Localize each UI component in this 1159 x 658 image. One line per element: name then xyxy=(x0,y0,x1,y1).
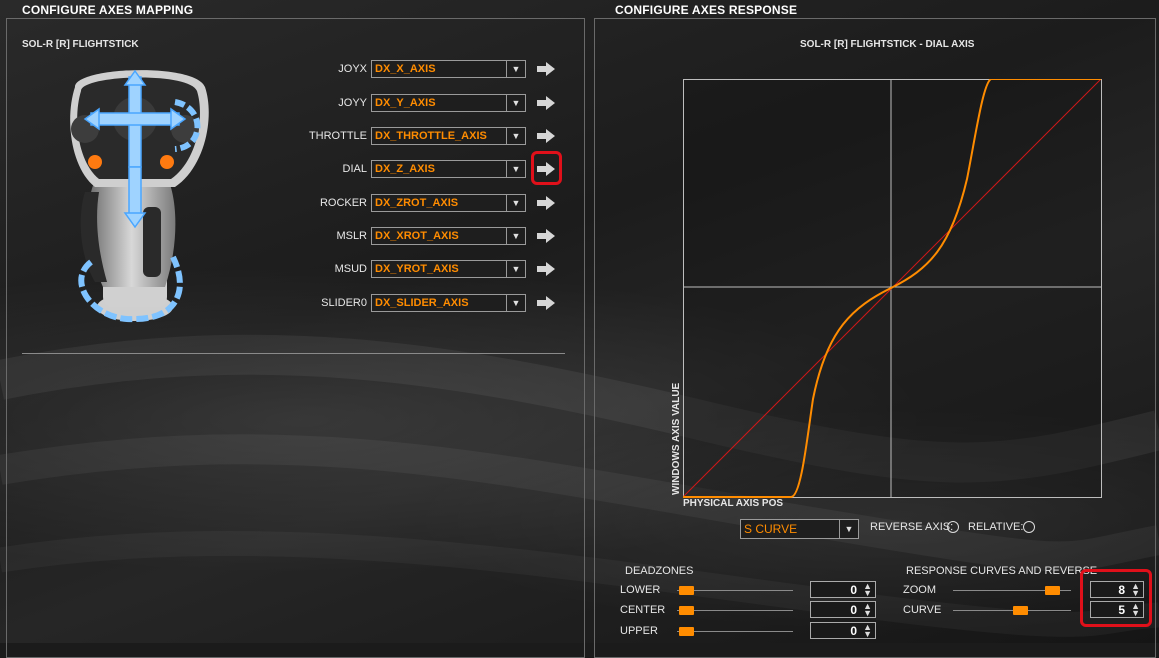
chevron-down-icon: ▼ xyxy=(506,295,525,311)
axis-select-value: DX_Y_AXIS xyxy=(375,97,436,109)
map-label: JOYY xyxy=(338,97,367,109)
chevron-down-icon: ▼ xyxy=(506,61,525,77)
divider xyxy=(22,353,565,354)
axis-select-value: DX_Z_AXIS xyxy=(375,163,435,175)
map-label: THROTTLE xyxy=(308,130,367,142)
axes-response-title: CONFIGURE AXES RESPONSE xyxy=(615,3,798,17)
relative-radio[interactable] xyxy=(1023,521,1035,533)
device-name: SOL-R [R] FLIGHTSTICK xyxy=(22,39,139,50)
map-row-throttle: THROTTLE DX_THROTTLE_AXIS ▼ xyxy=(277,127,577,145)
graph-title: SOL-R [R] FLIGHTSTICK - DIAL AXIS xyxy=(800,39,975,50)
map-row-joyx: JOYX DX_X_AXIS ▼ xyxy=(277,60,577,78)
axis-select-value: DX_YROT_AXIS xyxy=(375,263,459,275)
curve-label: CURVE xyxy=(903,604,942,616)
arrow-right-icon[interactable] xyxy=(535,60,557,78)
map-label: ROCKER xyxy=(319,197,367,209)
response-curves-title: RESPONSE CURVES AND REVERSE xyxy=(906,565,1098,577)
arrow-right-icon[interactable] xyxy=(535,227,557,245)
deadzone-center-thumb[interactable] xyxy=(679,606,694,615)
chevron-down-icon: ▼ xyxy=(506,95,525,111)
reverse-axis-label: REVERSE AXIS: xyxy=(870,521,954,533)
reverse-axis-radio[interactable] xyxy=(947,521,959,533)
zoom-label: ZOOM xyxy=(903,584,936,596)
axis-select-value: DX_ZROT_AXIS xyxy=(375,197,459,209)
axis-select-value: DX_XROT_AXIS xyxy=(375,230,459,242)
axes-mapping-title: CONFIGURE AXES MAPPING xyxy=(22,3,194,17)
map-row-joyy: JOYY DX_Y_AXIS ▼ xyxy=(277,94,577,112)
axis-select-value: DX_THROTTLE_AXIS xyxy=(375,130,487,142)
spinner-arrows-icon[interactable]: ▲ ▼ xyxy=(863,582,872,598)
curve-track[interactable] xyxy=(953,610,1071,611)
highlight-box xyxy=(1080,569,1152,627)
chevron-down-icon: ▼ xyxy=(839,520,858,538)
axis-select-throttle[interactable]: DX_THROTTLE_AXIS ▼ xyxy=(371,127,526,145)
deadzone-upper-thumb[interactable] xyxy=(679,627,694,636)
arrow-right-icon[interactable] xyxy=(535,194,557,212)
axes-response-panel: SOL-R [R] FLIGHTSTICK - DIAL AXIS WINDOW… xyxy=(594,18,1156,658)
curve-type-value: S CURVE xyxy=(744,522,798,536)
spinner-arrows-icon[interactable]: ▲ ▼ xyxy=(863,602,872,618)
map-label: SLIDER0 xyxy=(321,297,367,309)
deadzone-lower-value: 0 xyxy=(850,583,857,597)
axis-select-slider0[interactable]: DX_SLIDER_AXIS ▼ xyxy=(371,294,526,312)
axis-select-dial[interactable]: DX_Z_AXIS ▼ xyxy=(371,160,526,178)
deadzone-center-label: CENTER xyxy=(620,604,666,616)
deadzone-upper-label: UPPER xyxy=(620,625,658,637)
axis-select-rocker[interactable]: DX_ZROT_AXIS ▼ xyxy=(371,194,526,212)
axis-select-joyx[interactable]: DX_X_AXIS ▼ xyxy=(371,60,526,78)
map-label: JOYX xyxy=(338,63,367,75)
axis-select-msud[interactable]: DX_YROT_AXIS ▼ xyxy=(371,260,526,278)
relative-label: RELATIVE: xyxy=(968,521,1024,533)
joystick-illustration xyxy=(55,57,215,327)
arrow-right-icon[interactable] xyxy=(535,294,557,312)
deadzone-lower-track[interactable] xyxy=(677,590,793,591)
axis-select-value: DX_SLIDER_AXIS xyxy=(375,297,469,309)
map-label: DIAL xyxy=(342,163,367,175)
map-label: MSLR xyxy=(336,230,367,242)
arrow-right-icon[interactable] xyxy=(535,260,557,278)
axis-select-joyy[interactable]: DX_Y_AXIS ▼ xyxy=(371,94,526,112)
axis-select-value: DX_X_AXIS xyxy=(375,63,436,75)
map-row-slider0: SLIDER0 DX_SLIDER_AXIS ▼ xyxy=(277,294,577,312)
deadzone-lower-label: LOWER xyxy=(620,584,661,596)
chevron-down-icon: ▼ xyxy=(506,128,525,144)
x-axis-label: PHYSICAL AXIS POS xyxy=(683,498,784,509)
zoom-thumb[interactable] xyxy=(1045,586,1060,595)
response-graph xyxy=(683,79,1102,498)
arrow-right-icon[interactable] xyxy=(535,127,557,145)
curve-type-select[interactable]: S CURVE ▼ xyxy=(740,519,859,539)
deadzone-lower-thumb[interactable] xyxy=(679,586,694,595)
arrow-right-icon[interactable] xyxy=(535,94,557,112)
chevron-down-icon: ▼ xyxy=(506,261,525,277)
deadzones-title: DEADZONES xyxy=(625,565,694,577)
chevron-down-icon: ▼ xyxy=(506,161,525,177)
spinner-arrows-icon[interactable]: ▲ ▼ xyxy=(863,623,872,639)
deadzone-upper-value: 0 xyxy=(850,624,857,638)
map-row-mslr: MSLR DX_XROT_AXIS ▼ xyxy=(277,227,577,245)
map-row-dial: DIAL DX_Z_AXIS ▼ xyxy=(277,151,577,185)
axis-select-mslr[interactable]: DX_XROT_AXIS ▼ xyxy=(371,227,526,245)
axes-mapping-panel: SOL-R [R] FLIGHTSTICK JOYX DX_X_AXIS ▼ J… xyxy=(6,18,585,658)
deadzone-center-value: 0 xyxy=(850,603,857,617)
deadzone-upper-spinner[interactable]: 0 ▲ ▼ xyxy=(810,622,876,639)
highlight-box xyxy=(531,151,562,185)
curve-thumb[interactable] xyxy=(1013,606,1028,615)
deadzone-center-track[interactable] xyxy=(677,610,793,611)
deadzone-lower-spinner[interactable]: 0 ▲ ▼ xyxy=(810,581,876,598)
map-row-rocker: ROCKER DX_ZROT_AXIS ▼ xyxy=(277,194,577,212)
map-label: MSUD xyxy=(334,263,367,275)
deadzone-upper-track[interactable] xyxy=(677,631,793,632)
y-axis-label: WINDOWS AXIS VALUE xyxy=(671,382,682,495)
map-row-msud: MSUD DX_YROT_AXIS ▼ xyxy=(277,260,577,278)
chevron-down-icon: ▼ xyxy=(506,195,525,211)
chevron-down-icon: ▼ xyxy=(506,228,525,244)
deadzone-center-spinner[interactable]: 0 ▲ ▼ xyxy=(810,601,876,618)
